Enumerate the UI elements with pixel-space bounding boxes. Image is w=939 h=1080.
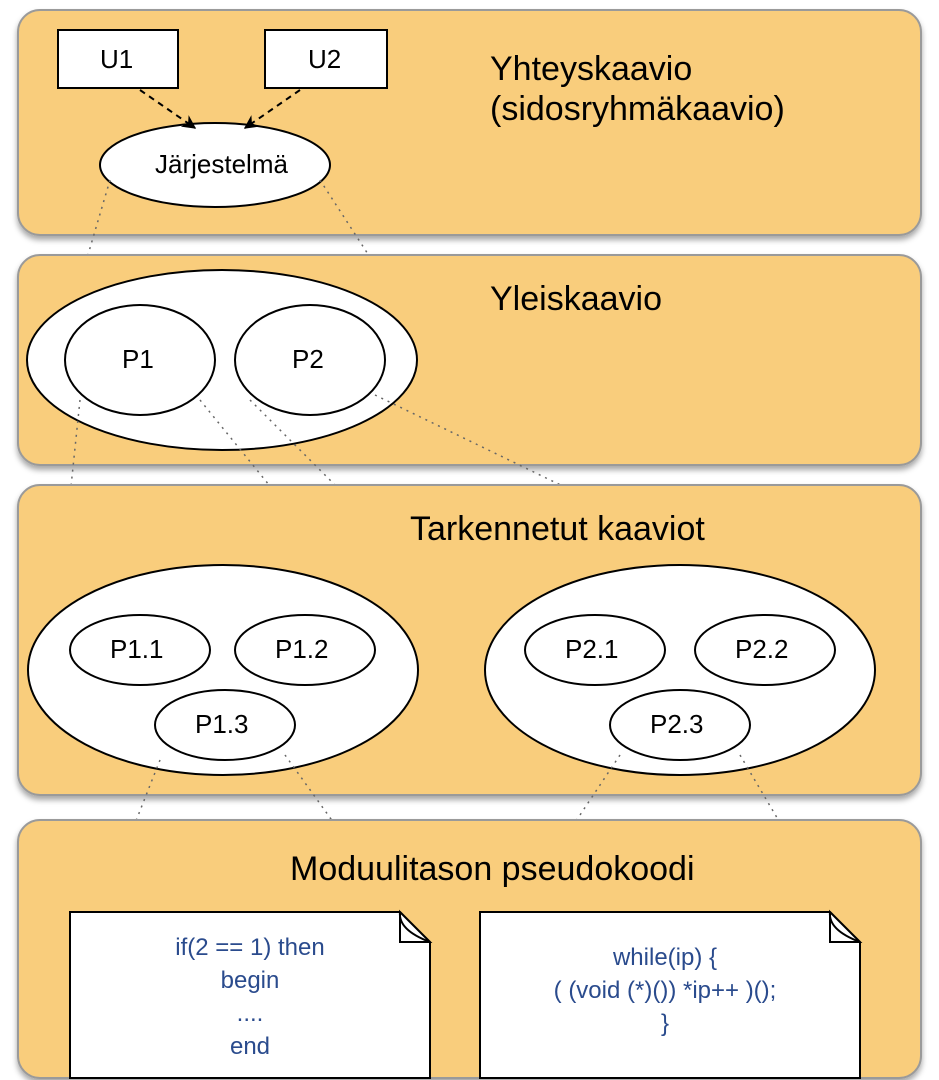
p21-label: P2.1 [565, 634, 619, 664]
process-p2: P2 [235, 305, 385, 415]
process-p12: P1.2 [235, 615, 375, 685]
process-p13: P1.3 [155, 690, 295, 760]
process-p21: P2.1 [525, 615, 665, 685]
code-left-l3: .... [237, 1000, 264, 1027]
diagram-canvas: Yhteyskaavio (sidosryhmäkaavio) U1 U2 Jä… [0, 0, 939, 1080]
code-right-l1: while(ip) { [612, 944, 717, 971]
code-right-l2: ( (void (*)()) *ip++ )(); [554, 977, 777, 1004]
panel-detailed: Tarkennetut kaaviot P1.1 P1.2 P1.3 P2.1 … [18, 485, 921, 795]
code-left-l2: begin [221, 967, 280, 994]
p12-label: P1.2 [275, 634, 329, 664]
code-right-l3: } [661, 1010, 669, 1037]
panel-pseudocode: Moduulitason pseudokoodi if(2 == 1) then… [18, 820, 921, 1078]
code-left-l4: end [230, 1033, 270, 1060]
code-page-left: if(2 == 1) then begin .... end [70, 912, 430, 1078]
system-node: Järjestelmä [100, 123, 330, 207]
system-label: Järjestelmä [155, 149, 288, 179]
p11-label: P1.1 [110, 634, 164, 664]
panel-overview: Yleiskaavio P1 P2 [18, 255, 921, 465]
p22-label: P2.2 [735, 634, 789, 664]
actor-u1-label: U1 [100, 44, 133, 74]
panel-context: Yhteyskaavio (sidosryhmäkaavio) U1 U2 Jä… [18, 10, 921, 235]
actor-u2: U2 [265, 30, 387, 88]
panel-context-title-2: (sidosryhmäkaavio) [490, 90, 785, 128]
process-p1: P1 [65, 305, 215, 415]
actor-u1: U1 [58, 30, 178, 88]
process-p11: P1.1 [70, 615, 210, 685]
actor-u2-label: U2 [308, 44, 341, 74]
panel-pseudocode-title: Moduulitason pseudokoodi [290, 850, 695, 888]
panel-context-title-1: Yhteyskaavio [490, 50, 692, 88]
p23-label: P2.3 [650, 709, 704, 739]
process-p22: P2.2 [695, 615, 835, 685]
panel-detailed-title: Tarkennetut kaaviot [410, 510, 705, 548]
p13-label: P1.3 [195, 709, 249, 739]
p1-label: P1 [122, 344, 154, 374]
panel-overview-title: Yleiskaavio [490, 280, 662, 318]
code-page-right: while(ip) { ( (void (*)()) *ip++ )(); } [480, 912, 860, 1078]
p2-label: P2 [292, 344, 324, 374]
code-left-l1: if(2 == 1) then [175, 934, 324, 961]
process-p23: P2.3 [610, 690, 750, 760]
